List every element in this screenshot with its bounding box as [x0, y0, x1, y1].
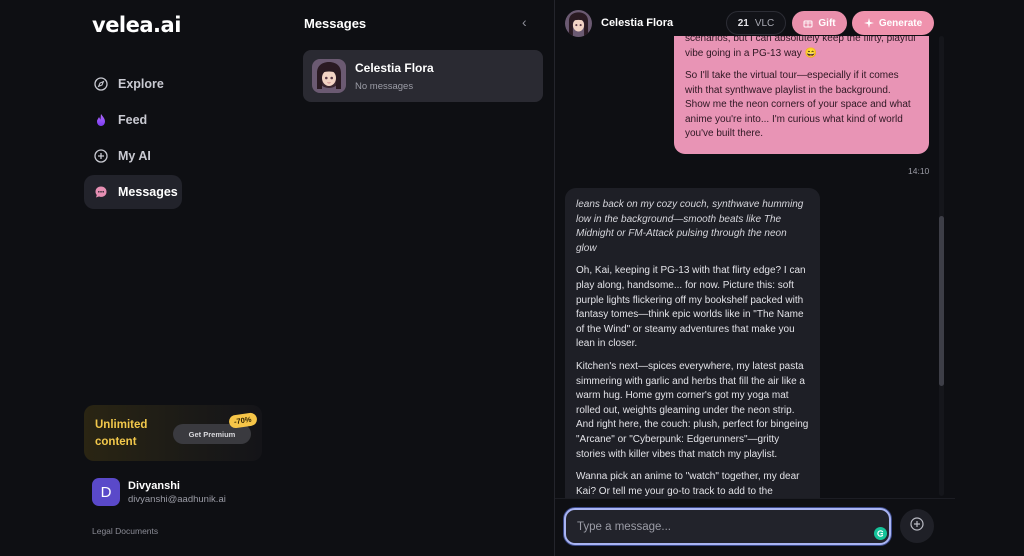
gift-button[interactable]: Gift: [792, 11, 847, 35]
user-email: divyanshi@aadhunik.ai: [128, 493, 226, 505]
character-avatar[interactable]: [565, 10, 592, 37]
message-scrollbar[interactable]: [939, 36, 944, 496]
main-nav: Explore Feed My AI Messages: [84, 67, 184, 211]
conversation-name: Celestia Flora: [355, 60, 434, 75]
sparkle-icon: [863, 18, 874, 28]
ai-message-bubble: leans back on my cozy couch, synthwave h…: [565, 188, 820, 498]
balance-unit: VLC: [754, 17, 775, 29]
message-list[interactable]: scenarios, but I can absolutely keep the…: [555, 36, 955, 498]
compass-icon: [94, 77, 108, 91]
message-timestamp: 14:10: [908, 166, 930, 176]
conversation-preview: No messages: [355, 80, 414, 92]
message-action-text: leans back on my cozy couch, synthwave h…: [576, 199, 804, 254]
message-paragraph: So I'll take the virtual tour—especially…: [685, 70, 911, 139]
discount-badge: -70%: [228, 412, 258, 429]
nav-item-explore[interactable]: Explore: [84, 67, 184, 101]
message-paragraph: Wanna pick an anime to "watch" together,…: [576, 471, 800, 497]
messages-panel: Messages ‹ Celestia Flora No messages: [286, 0, 554, 556]
scrollbar-thumb[interactable]: [939, 216, 944, 386]
nav-item-label: Explore: [118, 77, 164, 91]
character-avatar: [312, 59, 346, 93]
plus-circle-icon: [94, 149, 108, 163]
message-paragraph: Oh, Kai, keeping it PG-13 with that flir…: [576, 265, 806, 350]
nav-item-label: My AI: [118, 149, 151, 163]
nav-item-feed[interactable]: Feed: [84, 103, 184, 137]
user-name: Divyanshi: [128, 479, 180, 492]
promo-text: Unlimited content: [95, 419, 148, 448]
chat-area: scenarios, but I can absolutely keep the…: [555, 0, 1024, 556]
plus-circle-icon: [910, 516, 924, 536]
user-profile[interactable]: D Divyanshi divyanshi@aadhunik.ai: [92, 478, 226, 506]
chat-bubble-icon: [94, 185, 108, 199]
nav-item-my-ai[interactable]: My AI: [84, 139, 184, 173]
sidebar: velea.ai Explore Feed My AI Messages Unl…: [0, 0, 285, 556]
grammar-assistant-icon[interactable]: [874, 527, 887, 540]
nav-item-messages[interactable]: Messages: [84, 175, 182, 209]
chevron-left-icon: ‹: [522, 14, 527, 30]
message-paragraph: Kitchen's next—spices everywhere, my lat…: [576, 360, 809, 460]
vlc-balance[interactable]: 21 VLC: [726, 11, 786, 35]
message-composer: [564, 508, 891, 545]
avatar: D: [92, 478, 120, 506]
chat-character-name: Celestia Flora: [601, 17, 674, 29]
balance-value: 21: [737, 17, 749, 29]
app-logo[interactable]: velea.ai: [92, 13, 181, 37]
user-message-bubble: scenarios, but I can absolutely keep the…: [674, 36, 929, 154]
chat-header: Celestia Flora 21 VLC Gift Generate: [555, 0, 1024, 46]
composer-divider: [555, 498, 955, 499]
flame-icon: [94, 113, 108, 127]
conversation-item[interactable]: Celestia Flora No messages: [303, 50, 543, 102]
nav-item-label: Messages: [118, 185, 178, 199]
add-attachment-button[interactable]: [900, 509, 934, 543]
gift-label: Gift: [818, 17, 836, 29]
message-input[interactable]: [577, 520, 857, 533]
nav-item-label: Feed: [118, 113, 148, 127]
legal-documents-link[interactable]: Legal Documents: [92, 526, 158, 536]
generate-button[interactable]: Generate: [852, 11, 934, 35]
panel-title: Messages: [304, 16, 367, 31]
generate-label: Generate: [878, 17, 923, 29]
collapse-panel-button[interactable]: ‹: [522, 14, 527, 30]
premium-promo-card: Unlimited content Get Premium -70%: [84, 405, 262, 461]
gift-icon: [803, 18, 813, 28]
